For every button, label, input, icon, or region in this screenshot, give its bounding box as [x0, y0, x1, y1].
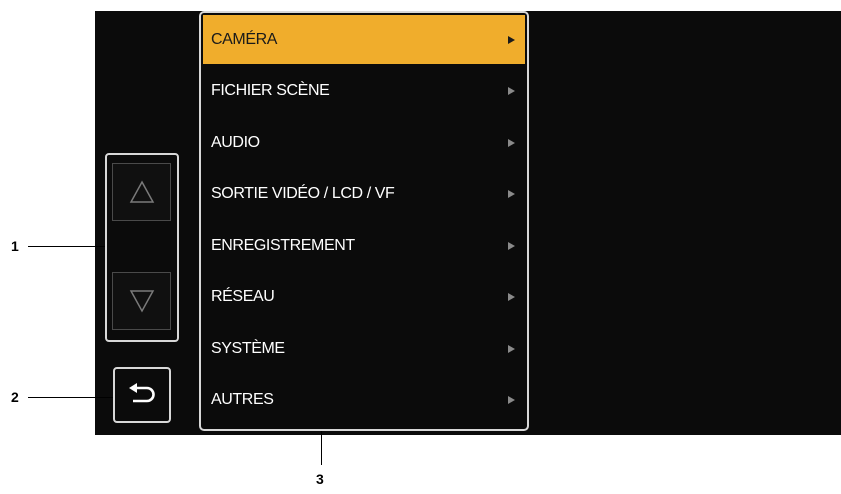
menu-item-label: ENREGISTREMENT [211, 236, 355, 254]
callout-1-line [28, 246, 105, 247]
menu-item-scene-file[interactable]: FICHIER SCÈNE [203, 66, 525, 115]
triangle-up-outline-icon [129, 180, 154, 203]
menu-item-label: AUDIO [211, 133, 260, 151]
menu-item-others[interactable]: AUTRES [203, 375, 525, 424]
callout-1-label: 1 [11, 238, 19, 254]
menu-item-label: SORTIE VIDÉO / LCD / VF [211, 184, 395, 202]
menu-item-label: SYSTÈME [211, 339, 285, 357]
menu-item-recording[interactable]: ENREGISTREMENT [203, 221, 525, 270]
triangle-right-icon [508, 138, 515, 147]
back-button[interactable] [113, 367, 171, 423]
scroll-down-button[interactable] [112, 272, 171, 330]
menu-item-label: AUTRES [211, 390, 274, 408]
menu-item-audio[interactable]: AUDIO [203, 118, 525, 167]
menu-item-video-output[interactable]: SORTIE VIDÉO / LCD / VF [203, 169, 525, 218]
callout-2-label: 2 [11, 389, 19, 405]
triangle-right-icon [508, 189, 515, 198]
menu-item-label: FICHIER SCÈNE [211, 81, 330, 99]
menu-item-system[interactable]: SYSTÈME [203, 324, 525, 373]
menu-item-network[interactable]: RÉSEAU [203, 272, 525, 321]
triangle-right-icon [508, 395, 515, 404]
triangle-right-icon [508, 86, 515, 95]
menu-item-camera[interactable]: CAMÉRA [203, 15, 525, 64]
scroll-up-button[interactable] [112, 163, 171, 221]
callout-2-line [28, 397, 113, 398]
menu-item-label: CAMÉRA [211, 30, 278, 48]
triangle-right-icon [508, 292, 515, 301]
menu-item-label: RÉSEAU [211, 287, 275, 305]
triangle-right-icon [508, 344, 515, 353]
triangle-down-outline-icon [129, 290, 154, 313]
triangle-right-icon [508, 241, 515, 250]
callout-3-label: 3 [316, 471, 324, 487]
callout-3-line [321, 431, 322, 465]
triangle-right-icon [508, 35, 515, 44]
return-arrow-icon [129, 383, 155, 403]
